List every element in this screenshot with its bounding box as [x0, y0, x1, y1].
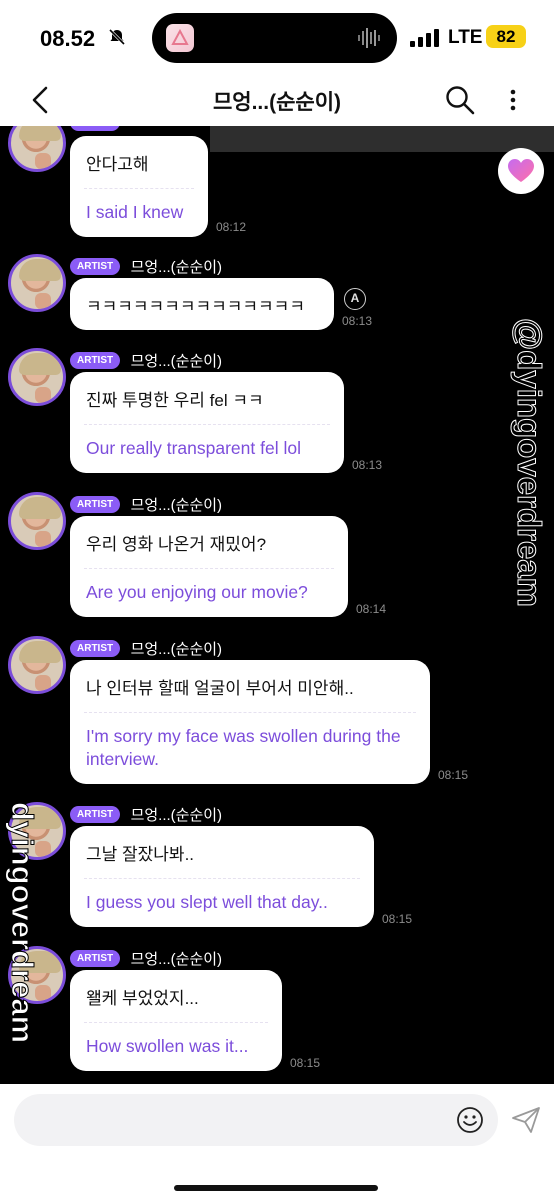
battery-level: 82 [486, 25, 526, 48]
network-type: LTE [448, 27, 483, 48]
message-bubble[interactable]: 나 인터뷰 할때 얼굴이 부어서 미안해.. I'm sorry my face… [70, 660, 430, 784]
sender-row: ARTIST 므엉...(순순이) [70, 948, 222, 968]
sender-name: 므엉...(순순이) [130, 951, 223, 968]
artist-badge: ARTIST [70, 806, 121, 823]
artist-badge: ARTIST [70, 640, 121, 657]
message-text-korean: 진짜 투명한 우리 fel ㅋㅋ [86, 391, 264, 410]
message-bubble[interactable]: 그날 잘잤나봐.. I guess you slept well that da… [70, 826, 374, 927]
heart-icon [508, 159, 534, 182]
artist-badge [70, 126, 120, 132]
previous-message-strip [210, 126, 554, 152]
sender-row: ARTIST 므엉...(순순이) [70, 638, 222, 658]
message-text-korean: ㅋㅋㅋㅋㅋㅋㅋㅋㅋㅋㅋㅋㅋㅋ [86, 297, 305, 316]
avatar[interactable] [8, 636, 66, 694]
message-text-translation: How swollen was it... [86, 1036, 249, 1056]
message-time: 08:13 [352, 458, 383, 472]
message-text-translation: I'm sorry my face was swollen during the… [86, 726, 401, 769]
avatar[interactable] [8, 348, 66, 406]
artist-badge: ARTIST [70, 258, 121, 275]
send-icon[interactable] [510, 1104, 542, 1136]
message-bubble[interactable]: 왤케 부었었지... How swollen was it... [70, 970, 282, 1071]
watermark-right: @dyingoverdream [510, 318, 550, 758]
message-time: 08:13 [342, 314, 373, 328]
sender-name: 므엉...(순순이) [130, 641, 223, 658]
status-bar: 08.52 LTE 82 [0, 0, 554, 74]
message-text-korean: 안다고해 [86, 155, 149, 174]
message-text-korean: 그날 잘잤나봐.. [86, 845, 195, 864]
sender-name: 므엉...(순순이) [130, 807, 223, 824]
artist-badge: ARTIST [70, 496, 121, 513]
message-input[interactable] [14, 1094, 498, 1146]
message-bubble[interactable]: 진짜 투명한 우리 fel ㅋㅋ Our really transparent … [70, 372, 344, 473]
sender-row: ARTIST 므엉...(순순이) [70, 350, 222, 370]
more-icon[interactable] [500, 84, 526, 116]
sender-row: ARTIST 므엉...(순순이) [70, 494, 222, 514]
message-text-translation: I said I knew [86, 202, 184, 222]
message-text-translation: Our really transparent fel lol [86, 438, 301, 458]
app-icon [166, 24, 194, 52]
message-bubble[interactable]: 우리 영화 나온거 재밌어? Are you enjoying our movi… [70, 516, 348, 617]
message-text-translation: I guess you slept well that day.. [86, 892, 328, 912]
translate-icon[interactable]: A [344, 288, 366, 310]
sender-row: ARTIST 므엉...(순순이) [70, 256, 222, 276]
search-icon[interactable] [444, 84, 476, 116]
signal-icon [410, 29, 439, 47]
chat-area[interactable]: 안다고해 I said I knew 08:12 ARTIST 므엉...(순순… [0, 126, 554, 1084]
sender-name: 므엉...(순순이) [130, 259, 223, 276]
heart-button[interactable] [498, 148, 544, 194]
artist-badge: ARTIST [70, 352, 121, 369]
sender-row: ARTIST 므엉...(순순이) [70, 804, 222, 824]
watermark-text: dyingoverdream [5, 802, 41, 1044]
watermark-text: @dyingoverdream [511, 318, 549, 608]
message-bubble[interactable]: ㅋㅋㅋㅋㅋㅋㅋㅋㅋㅋㅋㅋㅋㅋ [70, 278, 334, 330]
artist-badge: ARTIST [70, 950, 121, 967]
message-time: 08:12 [216, 220, 247, 234]
message-time: 08:14 [356, 602, 387, 616]
sender-row [70, 126, 120, 134]
status-time: 08.52 [40, 26, 96, 51]
message-bubble[interactable]: 안다고해 I said I knew [70, 136, 208, 237]
avatar[interactable] [8, 254, 66, 312]
bell-muted-icon [108, 28, 126, 46]
emoji-icon[interactable] [456, 1106, 484, 1134]
message-time: 08:15 [438, 768, 469, 782]
input-bar [0, 1084, 554, 1200]
avatar[interactable] [8, 492, 66, 550]
dynamic-island [152, 13, 397, 63]
sender-name: 므엉...(순순이) [130, 353, 223, 370]
audio-wave-icon [358, 28, 380, 48]
watermark-left: dyingoverdream [4, 802, 44, 1084]
home-indicator [174, 1185, 378, 1191]
message-text-translation: Are you enjoying our movie? [86, 582, 308, 602]
avatar[interactable] [8, 126, 66, 172]
message-text-korean: 왤케 부었었지... [86, 989, 199, 1008]
message-time: 08:15 [382, 912, 413, 926]
sender-name: 므엉...(순순이) [130, 497, 223, 514]
message-time: 08:15 [290, 1056, 321, 1070]
chat-header: 므엉...(순순이) [0, 74, 554, 126]
message-text-korean: 우리 영화 나온거 재밌어? [86, 535, 267, 554]
message-text-korean: 나 인터뷰 할때 얼굴이 부어서 미안해.. [86, 679, 354, 698]
